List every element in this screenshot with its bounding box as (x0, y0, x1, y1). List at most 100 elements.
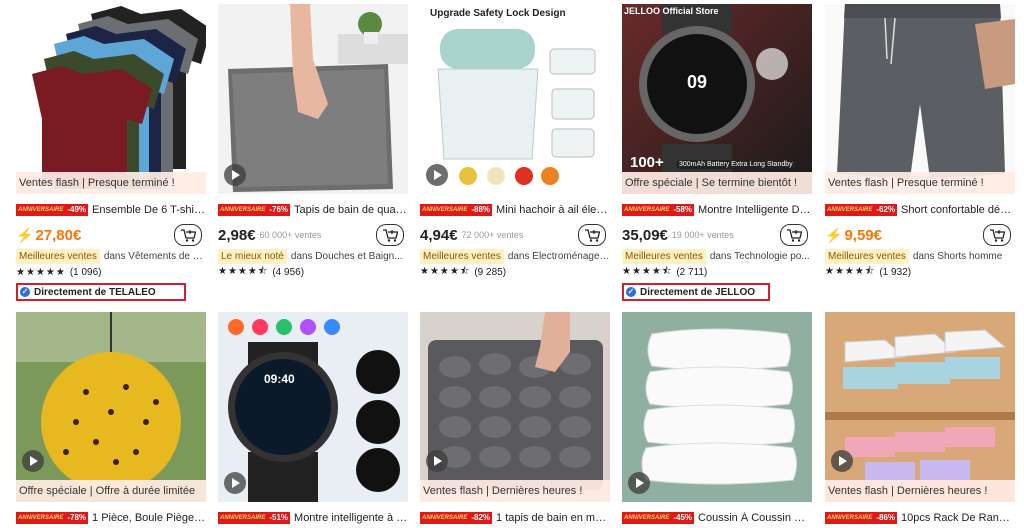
stone-bath-mat-image (420, 312, 610, 502)
battery-caption: 300mAh Battery Extra Long Standby (676, 160, 796, 169)
product-image[interactable]: Ventes flash | Presque terminé ! (16, 4, 206, 194)
lightning-icon: ⚡ (825, 226, 843, 243)
product-image[interactable]: Upgrade Safety Lock Design (420, 4, 610, 194)
product-title[interactable]: 1 Pièce, Boule Piège Colla... (92, 512, 206, 524)
product-price: 27,80€ (35, 226, 82, 244)
best-seller-tag: Meilleures ventes (622, 248, 706, 264)
pillows-image (622, 312, 812, 502)
product-card[interactable]: ANNIVERSAIRE-45% Coussin À Coussin Carré… (622, 312, 812, 528)
add-to-cart-icon (990, 229, 1005, 242)
flash-sale-banner: Ventes flash | Presque terminé ! (825, 172, 1015, 194)
product-title[interactable]: Short confortable décontr... (901, 204, 1015, 216)
product-image[interactable]: Ventes flash | Presque terminé ! (825, 4, 1015, 194)
flash-sale-banner: Offre spéciale | Offre à durée limitée (16, 480, 206, 502)
seller-label[interactable]: ✓ Directement de JELLOO (622, 283, 770, 301)
play-video-icon[interactable] (224, 472, 246, 494)
garlic-chopper-image (420, 4, 610, 194)
flash-sale-banner: Ventes flash | Dernières heures ! (825, 480, 1015, 502)
discount-badge: ANNIVERSAIRE -45% (622, 512, 695, 524)
top-rated-tag: Le mieux noté (218, 248, 287, 264)
image-caption: Upgrade Safety Lock Design (430, 8, 566, 19)
sold-count: 72 000+ ventes (461, 230, 524, 240)
product-title[interactable]: Montre Intelligente De Sp... (698, 204, 812, 216)
play-video-icon[interactable] (426, 450, 448, 472)
product-title[interactable]: 10pcs Rack De Rangemen... (901, 512, 1015, 524)
add-to-cart-icon (585, 229, 600, 242)
product-card[interactable]: Ventes flash | Presque terminé ! ANNIVER… (16, 4, 206, 301)
product-image[interactable] (622, 312, 812, 502)
product-title[interactable]: Tapis de bain de qualité s... (294, 204, 408, 216)
discount-badge: ANNIVERSAIRE -62% (825, 204, 898, 216)
discount-badge: ANNIVERSAIRE -51% (218, 512, 291, 524)
star-rating: ★★★★⯪ (825, 265, 876, 277)
product-title[interactable]: Montre intelligente à écra... (294, 512, 408, 524)
product-image[interactable]: Ventes flash | Dernières heures ! (825, 312, 1015, 502)
shoe-rack-image (825, 312, 1015, 502)
product-card[interactable]: 09 JELLOO Official Store 100+ 300mAh Bat… (622, 4, 812, 301)
verified-check-icon: ✓ (20, 287, 30, 297)
review-count: (4 956) (272, 266, 305, 278)
product-card[interactable]: Ventes flash | Dernières heures ! ANNIVE… (420, 312, 610, 528)
product-card[interactable]: Offre spéciale | Offre à durée limitée A… (16, 312, 206, 528)
svg-text:09: 09 (687, 72, 707, 92)
discount-badge: ANNIVERSAIRE -76% (218, 204, 291, 216)
play-video-icon[interactable] (426, 164, 448, 186)
product-image[interactable]: 09:40 (218, 312, 408, 502)
product-price: 2,98€ (218, 226, 256, 244)
category-link[interactable]: dans Vêtements de c... (104, 251, 206, 262)
product-title[interactable]: Coussin À Coussin Carré, ... (698, 512, 812, 524)
add-to-cart-button[interactable] (578, 224, 606, 246)
best-seller-tag: Meilleures ventes (16, 248, 100, 264)
product-title[interactable]: Ensemble De 6 T-shirts D... (92, 204, 206, 216)
store-caption: JELLOO Official Store (624, 6, 719, 16)
star-rating: ★★★★★ (16, 266, 66, 278)
star-rating: ★★★★⯪ (622, 265, 673, 277)
review-count: (1 932) (879, 266, 912, 278)
best-seller-tag: Meilleures ventes (825, 248, 909, 264)
best-seller-tag: Meilleures ventes (420, 248, 504, 264)
discount-badge: ANNIVERSAIRE -82% (420, 512, 493, 524)
seller-label[interactable]: ✓ Directement de TELALEO (16, 283, 186, 301)
add-to-cart-button[interactable] (174, 224, 202, 246)
product-image[interactable]: 09 JELLOO Official Store 100+ 300mAh Bat… (622, 4, 812, 194)
flash-sale-banner: Ventes flash | Dernières heures ! (420, 480, 610, 502)
shorts-image (825, 4, 1015, 194)
product-price: 4,94€ (420, 226, 458, 244)
smartwatch-image (218, 312, 408, 502)
play-video-icon[interactable] (628, 472, 650, 494)
category-link[interactable]: dans Shorts homme (913, 251, 1003, 262)
product-price: 35,09€ (622, 226, 668, 244)
product-image[interactable]: Ventes flash | Dernières heures ! (420, 312, 610, 502)
lightning-icon: ⚡ (16, 226, 34, 243)
play-video-icon[interactable] (22, 450, 44, 472)
product-image[interactable]: Offre spéciale | Offre à durée limitée (16, 312, 206, 502)
category-link[interactable]: dans Technologie po... (710, 251, 810, 262)
fly-trap-ball-image (16, 312, 206, 502)
discount-badge: ANNIVERSAIRE -86% (825, 512, 898, 524)
product-card[interactable]: ANNIVERSAIRE -76% Tapis de bain de qualit… (218, 4, 408, 280)
watch-time-display: 09:40 (264, 372, 295, 386)
add-to-cart-button[interactable] (780, 224, 808, 246)
star-rating: ★★★★⯪ (218, 265, 269, 277)
product-card[interactable]: Ventes flash | Presque terminé ! ANNIVER… (825, 4, 1015, 280)
review-count: (9 285) (474, 266, 507, 278)
product-card[interactable]: Ventes flash | Dernières heures ! ANNIVE… (825, 312, 1015, 528)
product-card[interactable]: 09:40 ANNIVERSAIRE -51% Montre intelligen… (218, 312, 408, 528)
category-link[interactable]: dans Douches et Baign... (291, 251, 403, 262)
add-to-cart-button[interactable] (376, 224, 404, 246)
play-video-icon[interactable] (831, 450, 853, 472)
product-image[interactable] (218, 4, 408, 194)
discount-badge: ANNIVERSAIRE -58% (622, 204, 695, 216)
discount-badge: ANNIVERSAIRE -78% (16, 512, 89, 524)
add-to-cart-button[interactable] (983, 224, 1011, 246)
category-link[interactable]: dans Électroménager... (508, 251, 610, 262)
sold-count: 60 000+ ventes (259, 230, 322, 240)
review-count: (1 096) (69, 266, 102, 278)
product-title[interactable]: 1 tapis de bain en mouss... (496, 512, 610, 524)
product-title[interactable]: Mini hachoir à ail électriq... (496, 204, 610, 216)
review-count: (2 711) (676, 266, 708, 278)
star-rating: ★★★★⯪ (420, 265, 471, 277)
product-card[interactable]: Upgrade Safety Lock Design ANNIVERSAIRE -… (420, 4, 610, 280)
flash-sale-banner: Ventes flash | Presque terminé ! (16, 172, 206, 194)
play-video-icon[interactable] (224, 164, 246, 186)
